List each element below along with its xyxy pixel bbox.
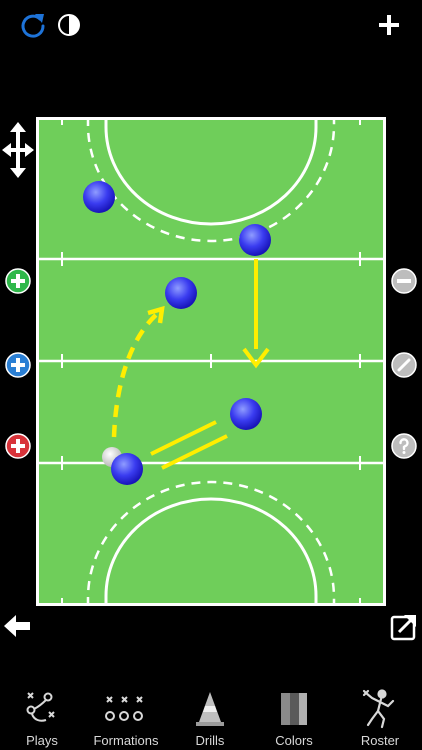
remove-icon: [391, 268, 417, 294]
player-token[interactable]: [230, 398, 262, 430]
player-token[interactable]: [83, 181, 115, 213]
add-blue-player-icon: [5, 352, 31, 378]
share-icon: [390, 615, 416, 641]
player-token[interactable]: [239, 224, 271, 256]
tab-colors-label: Colors: [275, 733, 313, 748]
player-icon: [362, 689, 395, 729]
refresh-button[interactable]: [18, 10, 48, 40]
tab-roster[interactable]: Roster: [338, 686, 422, 750]
tab-plays-label: Plays: [26, 733, 58, 748]
contrast-icon: [58, 14, 80, 36]
tab-plays[interactable]: Plays: [0, 686, 84, 750]
play-field[interactable]: [36, 117, 386, 606]
back-button[interactable]: [4, 613, 32, 639]
remove-button[interactable]: [391, 268, 417, 294]
add-button[interactable]: [376, 12, 402, 38]
help-icon: [391, 433, 417, 459]
edit-icon: [391, 352, 417, 378]
formations-icon: [105, 696, 143, 721]
tab-formations[interactable]: Formations: [84, 686, 168, 750]
add-green-player-button[interactable]: [5, 268, 31, 294]
refresh-icon: [21, 14, 45, 38]
player-token[interactable]: [165, 277, 197, 309]
edit-button[interactable]: [391, 352, 417, 378]
share-button[interactable]: [390, 613, 418, 641]
contrast-button[interactable]: [56, 12, 82, 38]
help-button[interactable]: [391, 433, 417, 459]
move-button[interactable]: [2, 122, 34, 178]
tab-drills[interactable]: Drills: [168, 686, 252, 750]
colors-icon: [281, 693, 307, 725]
tab-formations-label: Formations: [93, 733, 159, 748]
add-green-player-icon: [5, 268, 31, 294]
move-arrows-icon: [2, 122, 34, 178]
tab-roster-label: Roster: [360, 733, 400, 748]
add-red-player-button[interactable]: [5, 433, 31, 459]
tab-drills-label: Drills: [195, 733, 225, 748]
cone-icon: [196, 692, 224, 726]
plays-icon: [26, 692, 55, 722]
tab-colors[interactable]: Colors: [252, 686, 336, 750]
back-arrow-icon: [4, 615, 30, 637]
player-token[interactable]: [111, 453, 143, 485]
add-red-player-icon: [5, 433, 31, 459]
plus-icon: [379, 15, 399, 35]
add-blue-player-button[interactable]: [5, 352, 31, 378]
